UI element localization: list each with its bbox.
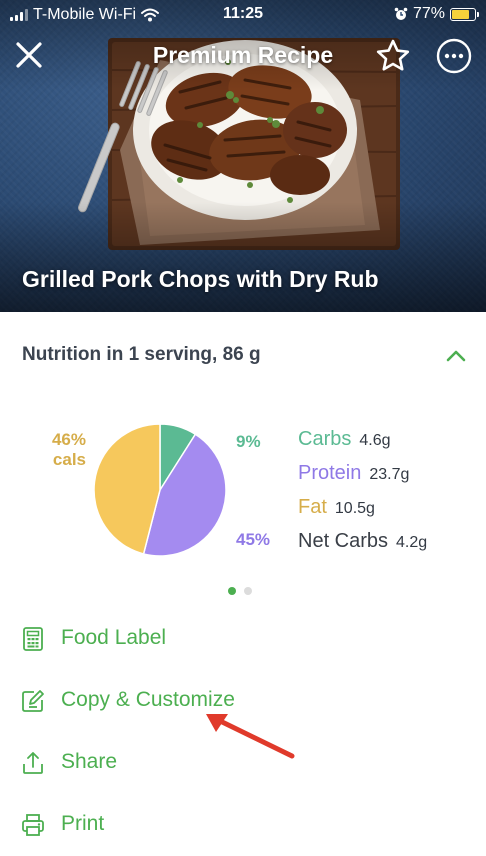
print-action[interactable]: Print [0, 800, 486, 850]
fat-percent-label: 46% cals [40, 430, 86, 470]
carbs-percent: 9% [236, 432, 261, 451]
print-text: Print [61, 812, 105, 835]
macro-list: Carbs 4.6g Protein 23.7g Fat 10.5g Net C… [298, 428, 427, 564]
fat-percent: 46% [51, 430, 86, 449]
share-icon [23, 752, 43, 774]
status-bar: T-Mobile Wi-Fi 11:25 77% [0, 0, 486, 30]
food-label-text: Food Label [61, 626, 167, 649]
annotation-arrow [206, 714, 295, 759]
page-dot-active[interactable] [228, 587, 236, 595]
recipe-hero-image: T-Mobile Wi-Fi 11:25 77% Premium Recipe [0, 0, 486, 312]
protein-percent: 45% [236, 530, 271, 549]
macro-value: 4.6g [359, 432, 391, 449]
page-title: Premium Recipe [152, 42, 334, 68]
recipe-title: Grilled Pork Chops with Dry Rub [22, 266, 379, 292]
macro-name: Fat [298, 496, 327, 518]
macro-chart: 46% cals 9% 45% Carbs 4.6g Protein 23.7g… [0, 412, 486, 572]
calculator-icon [23, 627, 43, 651]
page-dot[interactable] [244, 587, 252, 595]
macro-pie-chart [93, 423, 227, 557]
share-text: Share [61, 750, 118, 773]
macro-row-carbs: Carbs 4.6g [298, 428, 427, 462]
chevron-up-icon[interactable] [444, 346, 468, 366]
alarm-icon [394, 7, 408, 20]
battery-percent: 77% [412, 5, 445, 22]
more-icon[interactable] [436, 38, 472, 74]
macro-value: 23.7g [369, 466, 410, 483]
macro-row-protein: Protein 23.7g [298, 462, 427, 496]
macro-name: Net Carbs [298, 530, 389, 552]
battery-fill [452, 9, 469, 19]
nutrition-header[interactable]: Nutrition in 1 serving, 86 g [0, 312, 486, 400]
nutrition-header-label: Nutrition in 1 serving, 86 g [22, 344, 261, 365]
macro-name: Protein [298, 462, 362, 484]
page-indicator[interactable] [228, 587, 252, 595]
macro-row-net-carbs: Net Carbs 4.2g [298, 530, 427, 564]
food-label-action[interactable]: Food Label [0, 614, 486, 664]
status-right: 77% [394, 5, 479, 23]
macro-row-fat: Fat 10.5g [298, 496, 427, 530]
edit-icon [22, 690, 44, 712]
printer-icon [22, 814, 44, 836]
fat-percent-unit: cals [52, 450, 86, 469]
star-icon[interactable] [374, 37, 412, 75]
battery-icon [450, 7, 479, 21]
bottom-gradient [0, 202, 486, 312]
macro-value: 10.5g [334, 500, 375, 517]
macro-value: 4.2g [396, 534, 428, 551]
macro-name: Carbs [298, 428, 352, 450]
